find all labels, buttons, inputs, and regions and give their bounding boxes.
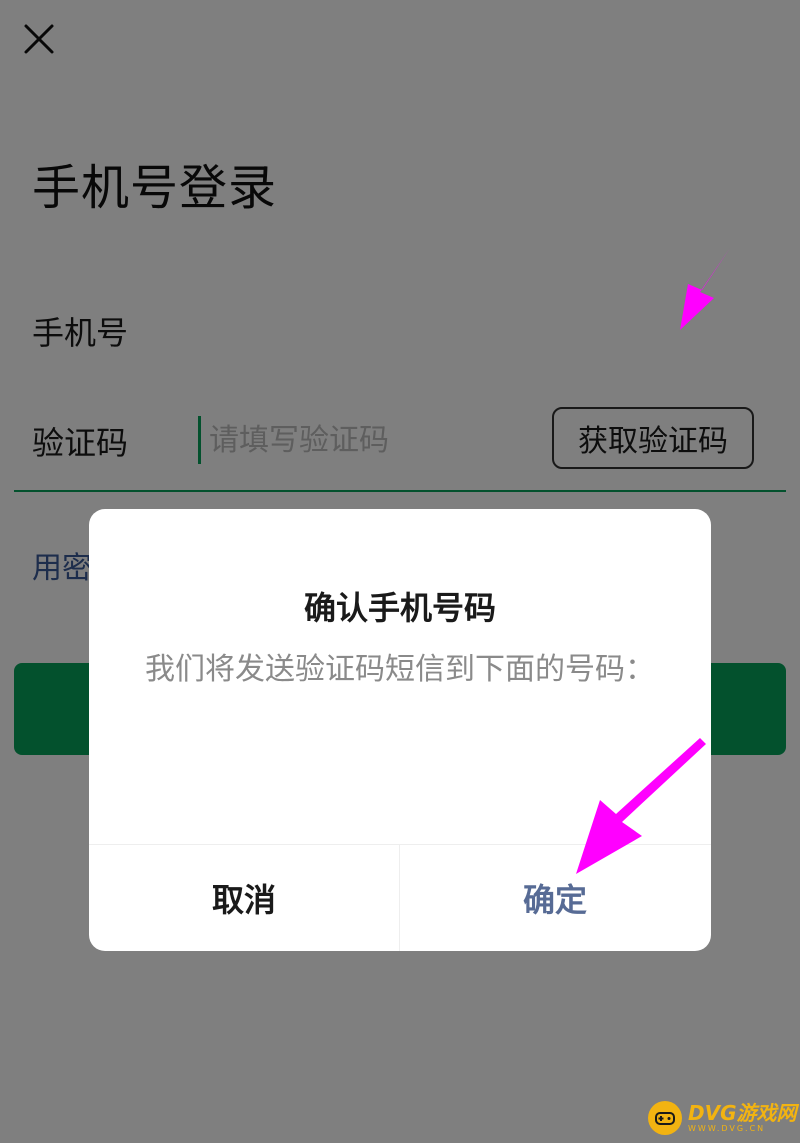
dialog-title: 确认手机号码 (303, 589, 496, 627)
confirm-phone-dialog: 确认手机号码 我们将发送验证码短信到下面的号码： 取消 确定 (89, 509, 711, 951)
cancel-button[interactable]: 取消 (89, 845, 399, 951)
login-screen: 手机号登录 手机号 验证码 获取验证码 用密 确认手机号码 我们将发送验证码短信… (0, 0, 800, 1143)
watermark-text: DVG游戏网 (688, 1101, 797, 1125)
confirm-button[interactable]: 确定 (400, 845, 710, 951)
dialog-message-text: 我们将发送验证码短信到下面的号码： (145, 652, 655, 687)
watermark: DVG游戏网 WWW.DVG.CN (648, 1098, 797, 1138)
gamepad-icon (648, 1101, 682, 1135)
dialog-message: 我们将发送验证码短信到下面的号码： (145, 647, 655, 693)
watermark-subtext: WWW.DVG.CN (688, 1124, 766, 1133)
